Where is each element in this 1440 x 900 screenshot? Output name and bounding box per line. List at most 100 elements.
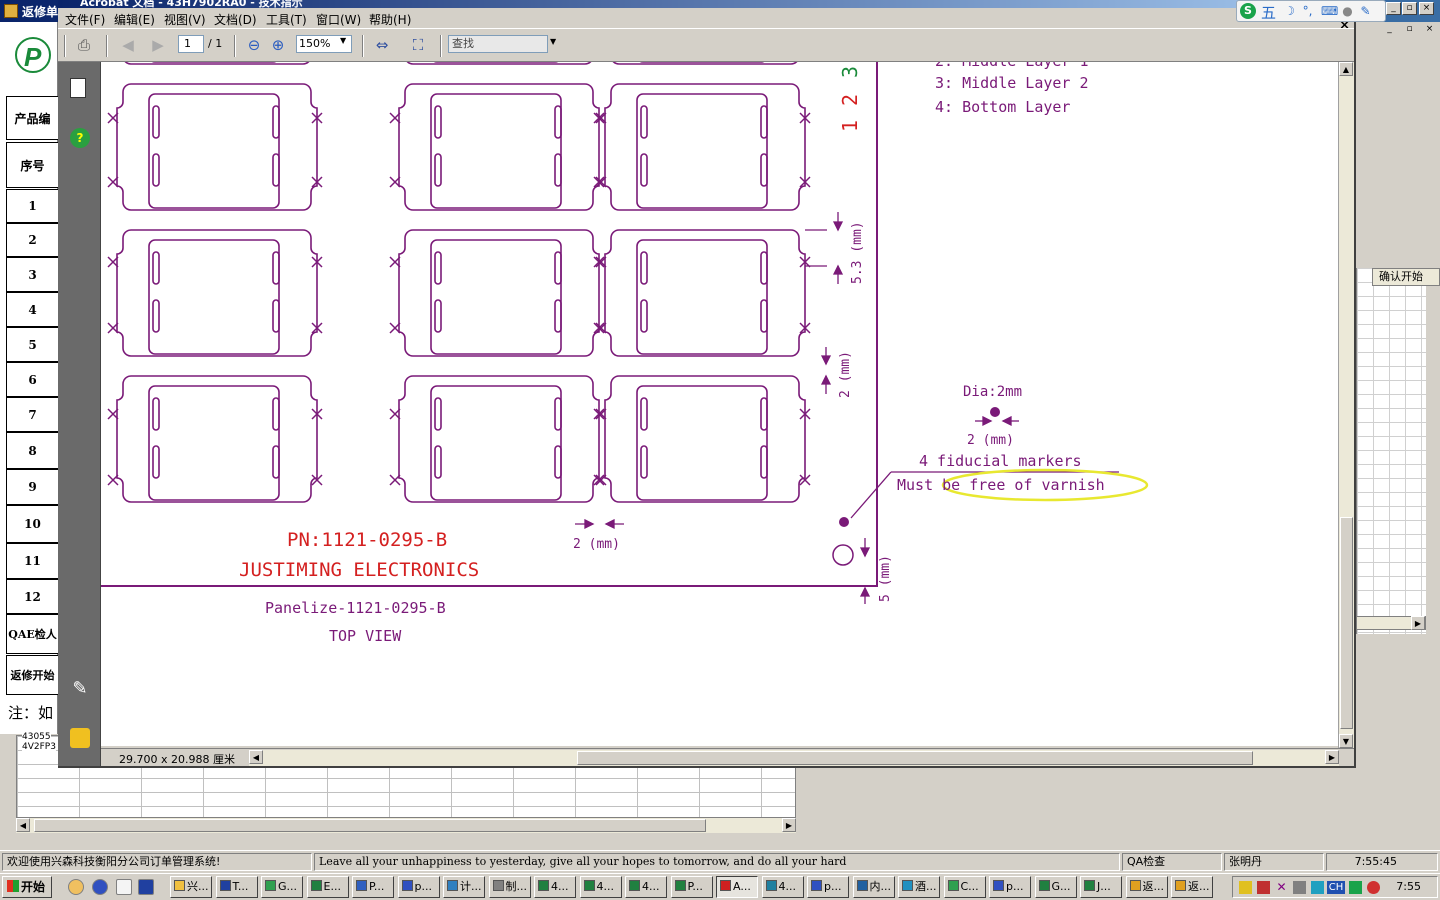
task-label: 酒...: [915, 880, 937, 893]
taskbar-task-button[interactable]: P...: [352, 876, 394, 898]
status-motto: Leave all your unhappiness to yesterday,…: [314, 853, 1120, 871]
taskbar-task-button[interactable]: A...: [716, 876, 758, 898]
task-label: 兴...: [187, 880, 209, 893]
sheet-horizontal-scrollbar[interactable]: ◀ ▶: [16, 817, 796, 833]
help-icon[interactable]: ?: [70, 128, 90, 148]
print-icon[interactable]: ⎙: [72, 34, 96, 56]
pen-icon[interactable]: [1239, 881, 1252, 894]
sogou-icon[interactable]: [1349, 881, 1362, 894]
scroll-right-icon[interactable]: ▶: [1325, 750, 1339, 764]
pcb-board-outline: [116, 229, 318, 357]
taskbar-task-button[interactable]: 返...: [1171, 876, 1213, 898]
browser-icon[interactable]: [92, 879, 108, 895]
mdi-minimize-button[interactable]: _: [1382, 24, 1397, 37]
menu-tools[interactable]: 工具(T): [266, 11, 307, 28]
taskbar-task-button[interactable]: p...: [397, 876, 440, 898]
row-number-cell: 4: [6, 292, 58, 327]
task-label: p...: [414, 880, 432, 893]
fit-page-icon[interactable]: ⛶: [406, 34, 430, 56]
search-input[interactable]: 查找: [448, 35, 548, 53]
moon-icon[interactable]: ☽: [1283, 5, 1296, 18]
background-right-grid[interactable]: [1356, 268, 1426, 634]
edit-icon[interactable]: [116, 879, 132, 895]
taskbar-task-button[interactable]: p...: [807, 876, 849, 898]
right-grid-scrollbar[interactable]: ▶: [1356, 616, 1426, 630]
restore-button[interactable]: ▫: [1402, 2, 1417, 15]
taskbar-task-button[interactable]: E...: [306, 876, 349, 898]
tray-clock[interactable]: 7:55: [1396, 880, 1421, 893]
menu-view[interactable]: 视图(V): [164, 11, 206, 28]
chevron-down-icon[interactable]: ▼: [340, 36, 346, 45]
taskbar-task-button[interactable]: J...: [1080, 876, 1122, 898]
zoom-out-icon[interactable]: ⊖: [242, 34, 266, 56]
keyboard-icon[interactable]: ⌨: [1321, 5, 1338, 18]
dimension-2mm-vertical: 2 (mm): [838, 351, 853, 398]
taskbar-task-button[interactable]: 内...: [852, 876, 895, 898]
vector-icon[interactable]: [1257, 881, 1270, 894]
taskbar-task-button[interactable]: 返...: [1125, 876, 1168, 898]
save-icon[interactable]: [138, 879, 154, 895]
confirm-start-column-header[interactable]: 确认开始: [1372, 268, 1440, 286]
taskbar-task-button[interactable]: 计...: [443, 876, 485, 898]
mdi-close-button[interactable]: ×: [1422, 24, 1437, 37]
document-view[interactable]: 2: Middle Layer 1 3: Middle Layer 2 4: B…: [101, 62, 1338, 746]
attachment-icon[interactable]: ✎: [70, 678, 90, 699]
taskbar-task-button[interactable]: 4...: [625, 876, 667, 898]
horizontal-scroll-thumb[interactable]: [577, 751, 1253, 765]
next-page-icon[interactable]: ▶: [146, 34, 170, 56]
document-vertical-scrollbar[interactable]: ▲ ▼: [1338, 62, 1354, 748]
menu-help[interactable]: 帮助(H): [369, 11, 411, 28]
task-app-icon: [1129, 880, 1141, 891]
taskbar-task-button[interactable]: G...: [1034, 876, 1077, 898]
start-button[interactable]: 开始: [2, 876, 52, 898]
menu-edit[interactable]: 编辑(E): [114, 11, 155, 28]
svg-text:P: P: [24, 42, 42, 72]
punctuation-icon[interactable]: °,: [1301, 5, 1314, 18]
taskbar-task-button[interactable]: 4...: [579, 876, 622, 898]
wrench-icon[interactable]: ✎: [1359, 5, 1372, 18]
volume-icon[interactable]: [1367, 881, 1380, 894]
vertical-scroll-thumb[interactable]: [1340, 517, 1353, 729]
pcb-board-outline: [604, 229, 806, 357]
comments-icon[interactable]: [70, 728, 90, 748]
taskbar-task-button[interactable]: 4...: [534, 876, 576, 898]
part-number: PN:1121-0295-B: [287, 529, 447, 551]
tool-icon[interactable]: [1293, 881, 1306, 894]
pages-icon[interactable]: [70, 78, 86, 98]
x-icon[interactable]: ✕: [1275, 881, 1288, 894]
taskbar-task-button[interactable]: 酒...: [898, 876, 940, 898]
scroll-up-icon[interactable]: ▲: [1339, 62, 1353, 76]
task-app-icon: [174, 880, 185, 891]
search-chevron-down-icon[interactable]: ▼: [550, 37, 556, 46]
taskbar-task-button[interactable]: G...: [261, 876, 303, 898]
previous-page-icon[interactable]: ◀: [116, 34, 140, 56]
user-icon[interactable]: ●: [1341, 5, 1354, 18]
mdi-restore-button[interactable]: ▫: [1402, 24, 1417, 37]
taskbar-task-button[interactable]: 制...: [488, 876, 531, 898]
layer-label-2: 2: Middle Layer 1: [935, 62, 1089, 70]
sogou-logo-icon[interactable]: S: [1240, 3, 1256, 19]
language-indicator[interactable]: CH: [1327, 881, 1345, 894]
taskbar-task-button[interactable]: P...: [670, 876, 713, 898]
taskbar-task-button[interactable]: 4...: [761, 876, 804, 898]
ime-mode[interactable]: 五: [1261, 2, 1276, 23]
task-label: A...: [733, 880, 751, 893]
status-welcome: 欢迎使用兴森科技衡阳分公司订单管理系统!: [2, 853, 312, 871]
scroll-down-icon[interactable]: ▼: [1339, 734, 1353, 748]
clock-app-icon[interactable]: [68, 879, 84, 895]
minimize-button[interactable]: _: [1386, 2, 1401, 15]
close-button[interactable]: ×: [1419, 2, 1434, 15]
menu-document[interactable]: 文档(D): [214, 11, 257, 28]
fit-width-icon[interactable]: ⇔: [370, 34, 394, 56]
menu-window[interactable]: 窗口(W): [316, 11, 361, 28]
taskbar-task-button[interactable]: C...: [943, 876, 986, 898]
taskbar-task-button[interactable]: p...: [989, 876, 1031, 898]
menu-file[interactable]: 文件(F): [65, 11, 105, 28]
zoom-in-icon[interactable]: ⊕: [266, 34, 290, 56]
taskbar-task-button[interactable]: 兴...: [170, 876, 212, 898]
network-icon[interactable]: [1311, 881, 1324, 894]
taskbar-task-button[interactable]: T...: [215, 876, 258, 898]
document-horizontal-scrollbar[interactable]: ◀ ▶: [249, 750, 1339, 766]
page-number-input[interactable]: 1: [178, 35, 204, 53]
scroll-left-icon[interactable]: ◀: [249, 750, 263, 764]
